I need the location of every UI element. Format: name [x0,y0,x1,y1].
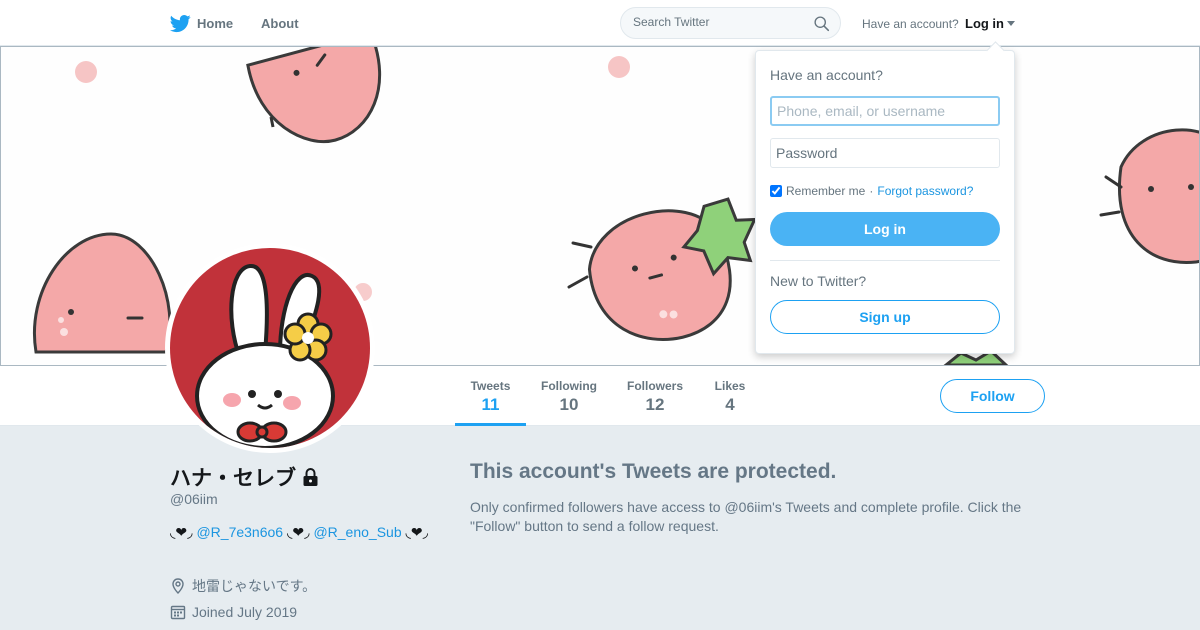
login-button[interactable]: Log in [770,212,1000,246]
joined-text: Joined July 2019 [192,604,298,620]
login-toggle-label: Log in [965,16,1004,31]
stat-value: 12 [645,395,665,414]
stat-following[interactable]: Following 10 [537,366,601,426]
forgot-password-link[interactable]: Forgot password? [877,184,973,198]
location-text: 地雷じゃないです。 [192,578,317,594]
profile-joined-date: Joined July 2019 [170,604,297,620]
stat-value: 10 [559,395,579,414]
separator-dot: · [869,184,874,198]
about-link[interactable]: About [261,16,299,31]
bio-heart: ◟❤︎◞ [286,524,310,540]
login-dropdown-toggle[interactable]: Log in [965,16,1015,31]
username-field[interactable] [770,96,1000,126]
home-label: Home [197,16,234,31]
password-field[interactable] [770,138,1000,168]
profile-handle[interactable]: @06iim [170,491,218,507]
login-dropdown: Have an account? Remember me · Forgot pa… [755,50,1015,354]
profile-name: ハナ・セレブ [170,462,319,492]
stat-tweets[interactable]: Tweets 11 [455,366,526,426]
stat-label: Followers [626,379,683,393]
remember-me-checkbox[interactable] [770,185,782,197]
bio-heart: ◟❤︎◞ [405,524,429,540]
follow-button[interactable]: Follow [940,379,1045,413]
profile-name-text: ハナ・セレブ [170,467,296,490]
have-account-text: Have an account? [862,17,959,31]
divider [770,260,1000,261]
location-icon [172,578,184,594]
signup-button[interactable]: Sign up [770,300,1000,334]
bio-heart: ◟❤︎◞ [170,524,193,540]
stat-value: 11 [481,395,500,414]
calendar-icon [170,605,186,620]
dropdown-heading: Have an account? [770,67,883,83]
search-input[interactable] [633,15,803,29]
search-icon[interactable] [813,15,830,32]
profile-bio: ◟❤︎◞ @R_7e3n6o6 ◟❤︎◞ @R_eno_Sub ◟❤︎◞ [170,522,430,543]
stat-label: Following [541,379,597,393]
protected-description: Only confirmed followers have access to … [470,499,1022,534]
home-link[interactable]: Home [170,13,233,34]
stat-followers[interactable]: Followers 12 [623,366,687,426]
profile-location: 地雷じゃないです。 [170,576,316,596]
lock-icon [303,468,318,486]
remember-me-label: Remember me [786,184,866,198]
stat-label: Likes [714,379,746,393]
avatar[interactable] [165,243,375,453]
twitter-bird-icon [170,15,191,33]
stat-value: 4 [725,395,735,414]
bio-mention-link[interactable]: @R_7e3n6o6 [196,524,283,540]
remember-row: Remember me · Forgot password? [770,184,973,198]
top-navigation-bar: Home About Have an account? Log in [0,0,1200,46]
caret-down-icon [1007,21,1015,26]
stat-label: Tweets [470,379,511,393]
search-box[interactable] [620,7,841,39]
protected-title: This account's Tweets are protected. [470,460,837,483]
new-to-twitter-text: New to Twitter? [770,273,867,289]
bunny-avatar-illustration [195,264,335,448]
bio-mention-link[interactable]: @R_eno_Sub [313,524,401,540]
avatar-image [170,248,370,448]
stat-likes[interactable]: Likes 4 [710,366,750,426]
